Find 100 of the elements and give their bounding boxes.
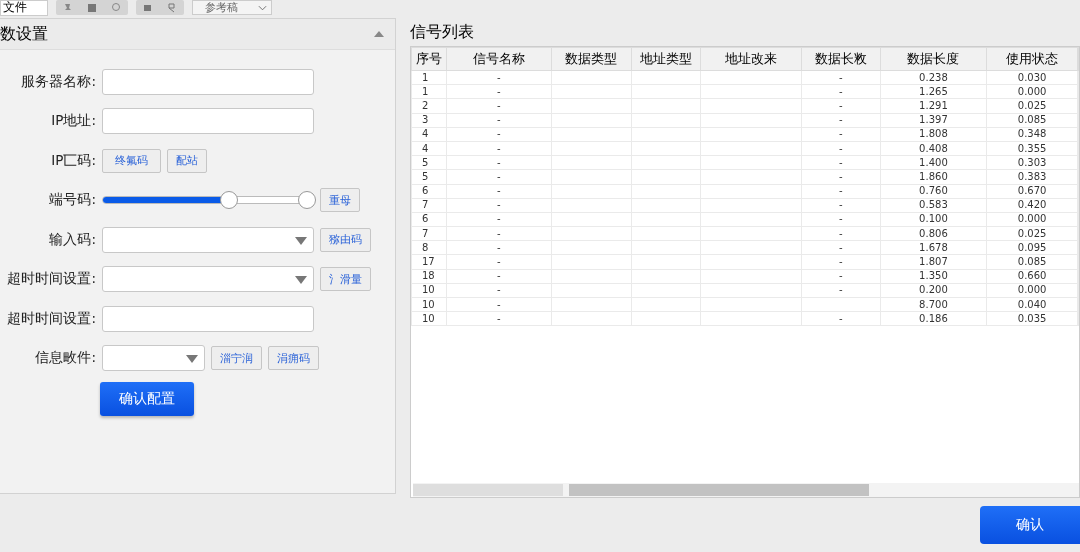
table-cell: 4 (422, 128, 429, 140)
table-cell: - (496, 298, 501, 310)
table-cell: - (496, 128, 501, 140)
table-cell: - (496, 142, 501, 154)
table-cell: - (496, 270, 501, 282)
table-cell: 5 (422, 170, 429, 182)
table-cell: 0.040 (1017, 298, 1047, 310)
slider-thumb[interactable] (220, 191, 239, 210)
table-cell: 1 (422, 85, 429, 97)
table-cell: 1.397 (919, 114, 948, 126)
table-cell: 0.806 (919, 227, 948, 239)
column-header[interactable]: 信号名称 (446, 47, 552, 71)
caret-icon[interactable] (186, 355, 198, 364)
file-dropdown[interactable]: 文件 (0, 0, 48, 16)
table-cell: - (838, 241, 843, 253)
small-button[interactable]: 淄宁润 (211, 346, 262, 371)
table-cell: 0.030 (1017, 71, 1047, 83)
table-cell: 0.760 (919, 185, 948, 197)
column-header[interactable]: 数据长敉 (801, 47, 881, 71)
table-cell: 10 (422, 312, 435, 324)
table-cell: 0.348 (1017, 128, 1047, 140)
table-cell: - (496, 241, 501, 253)
table-cell: 0.000 (1017, 85, 1047, 97)
confirm-button[interactable]: 确认 (980, 506, 1080, 544)
small-button[interactable]: 猕由码 (320, 227, 371, 252)
table-cell: 0.303 (1017, 156, 1047, 168)
table-cell: 0.035 (1017, 312, 1047, 324)
table-cell: 1.808 (919, 128, 948, 140)
dropdown-field[interactable] (102, 226, 314, 253)
table-cell: 0.000 (1017, 213, 1047, 225)
reference-dropdown[interactable]: 参考稿 (192, 0, 272, 15)
input-field[interactable] (102, 108, 314, 135)
table-cell: 18 (422, 270, 435, 282)
column-header[interactable]: 使用状态 (986, 47, 1078, 71)
column-header[interactable]: 数据长度 (880, 47, 987, 71)
field-label: 服务器名称: (20, 72, 96, 91)
input-field[interactable] (102, 68, 314, 95)
table-cell: 5 (422, 156, 429, 168)
dropdown-field[interactable] (102, 266, 314, 293)
caret-icon[interactable] (295, 236, 307, 245)
caret-icon[interactable] (258, 4, 267, 11)
table-cell: - (838, 199, 843, 211)
table-cell: - (496, 185, 501, 197)
table-cell: 0.095 (1017, 241, 1047, 253)
table-cell: 8 (422, 241, 429, 253)
column-header[interactable]: 序号 (411, 47, 447, 71)
horizontal-scrollbar[interactable] (413, 483, 1079, 497)
table-cell: - (838, 227, 843, 239)
table-cell: - (496, 213, 501, 225)
field-label: 端号码: (48, 191, 96, 210)
table-cell: 0.085 (1017, 256, 1047, 268)
table-cell: 6 (422, 185, 429, 197)
column-header[interactable]: 数据类型 (551, 47, 632, 71)
column-header[interactable]: 地址类型 (631, 47, 701, 71)
table-cell: - (496, 312, 501, 324)
table-cell: 0.383 (1017, 170, 1047, 182)
table-cell: - (838, 114, 843, 126)
small-button[interactable]: 重母 (320, 188, 360, 213)
table-cell: 1.860 (919, 170, 948, 182)
small-button[interactable]: 涓痈码 (268, 346, 319, 371)
table-cell: 10 (422, 298, 435, 310)
table-cell: 0.100 (919, 213, 948, 225)
table-cell: 1.400 (919, 156, 948, 168)
bulb-icon[interactable] (110, 1, 122, 14)
confirm-config-button[interactable]: 确认配置 (100, 382, 194, 416)
table-cell: 3 (422, 114, 429, 126)
table-cell: - (838, 284, 843, 296)
caret-icon[interactable] (295, 276, 307, 285)
table-cell: - (838, 170, 843, 182)
note-icon[interactable] (86, 1, 98, 14)
table-cell: 0.085 (1017, 114, 1047, 126)
column-header[interactable]: 地址改来 (700, 47, 802, 71)
table-cell: 0.186 (919, 312, 948, 324)
table-cell: - (496, 85, 501, 97)
table-cell: - (496, 99, 501, 111)
field-label: 信息畋件: (34, 349, 96, 368)
table-cell: - (496, 71, 501, 83)
table-cell: - (496, 156, 501, 168)
collapse-icon[interactable] (373, 30, 385, 38)
input-field[interactable] (102, 305, 314, 332)
table-cell: 0.408 (919, 142, 948, 154)
small-button[interactable]: 终氟码 (102, 148, 161, 173)
table-cell: 8.700 (919, 298, 948, 310)
small-button[interactable]: 配站 (167, 148, 207, 173)
table-cell: 0.025 (1017, 227, 1047, 239)
table-cell: - (838, 99, 843, 111)
table-cell: 0.025 (1017, 99, 1047, 111)
field-label: IP地址: (50, 112, 96, 131)
table-cell: 1.350 (919, 270, 948, 282)
table-cell: 17 (422, 256, 435, 268)
table-cell: - (496, 114, 501, 126)
table-cell: 0.000 (1017, 284, 1047, 296)
table-cell: 0.660 (1017, 270, 1047, 282)
small-button[interactable]: 氵滑量 (320, 267, 371, 292)
table-cell: 6 (422, 213, 429, 225)
slider-end-thumb[interactable] (298, 191, 316, 210)
table-cell: 1 (422, 71, 429, 83)
table-cell: 0.200 (919, 284, 948, 296)
dropdown-field[interactable] (102, 345, 205, 372)
field-label: 超时时间设置: (6, 309, 96, 328)
